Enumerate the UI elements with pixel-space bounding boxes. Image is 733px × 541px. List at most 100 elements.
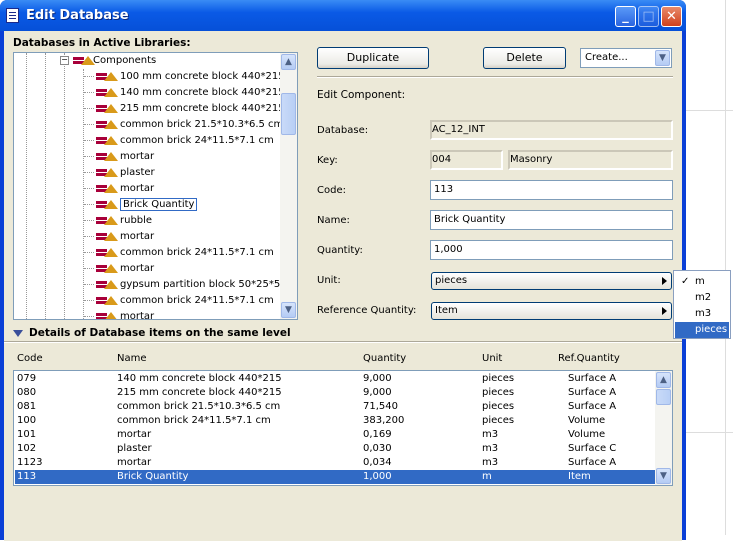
code-input[interactable]: 113 <box>430 180 673 200</box>
scroll-up-icon[interactable]: ▲ <box>281 54 296 70</box>
table-row[interactable]: 080 215 mm concrete block 440*215 9,000 pie… <box>15 386 655 400</box>
create-select[interactable]: Create... ▼ <box>580 48 672 68</box>
brick-material-icon <box>96 279 118 289</box>
tree-item-label: 215 mm concrete block 440*215 <box>120 103 285 114</box>
edit-component-heading: Edit Component: <box>317 89 406 101</box>
tree-item[interactable]: common brick 21.5*10.3*6.5 cm <box>84 117 283 133</box>
tree-item[interactable]: mortar <box>84 309 154 319</box>
table-cell: Surface A <box>568 387 617 398</box>
table-cell: m3 <box>482 443 499 454</box>
table-cell: Volume <box>568 415 606 426</box>
tree-item-label: mortar <box>120 231 155 242</box>
database-tree[interactable]: − Components 100 mm concrete block 440*21… <box>13 52 298 320</box>
column-header[interactable]: Unit <box>482 353 502 364</box>
unit-label: Unit: <box>317 275 341 286</box>
table-cell: 383,200 <box>363 415 405 426</box>
table-cell: 71,540 <box>363 401 398 412</box>
table-cell: 102 <box>17 443 37 454</box>
column-header[interactable]: Quantity <box>363 353 406 364</box>
database-label: Database: <box>317 125 369 136</box>
tree-item[interactable]: Brick Quantity <box>84 197 198 213</box>
brick-material-icon <box>96 199 118 209</box>
chevron-down-icon[interactable]: ▼ <box>655 50 670 66</box>
tree-scrollbar[interactable]: ▲ ▼ <box>280 53 297 319</box>
maximize-button[interactable]: □ <box>638 6 659 27</box>
tree-item[interactable]: common brick 24*11.5*7.1 cm <box>84 245 274 261</box>
table-cell: 079 <box>17 373 37 384</box>
brick-material-icon <box>96 135 118 145</box>
tree-item[interactable]: plaster <box>84 165 155 181</box>
column-header[interactable]: Code <box>17 353 43 364</box>
brick-material-icon <box>96 263 118 273</box>
unit-dropdown-menu[interactable]: ✓ m m2 m3 pieces <box>673 270 731 339</box>
scroll-up-icon[interactable]: ▲ <box>656 372 671 388</box>
tree-item-label: mortar <box>120 263 155 274</box>
tree-item[interactable]: mortar <box>84 149 154 165</box>
table-row[interactable]: 101 mortar 0,169 m3 Volume <box>15 428 655 442</box>
tree-folder-label: Components <box>93 55 157 66</box>
title-bar[interactable]: Edit Database _ □ ✕ <box>0 0 686 31</box>
table-cell: pieces <box>482 415 515 426</box>
scroll-thumb[interactable] <box>281 93 296 135</box>
table-cell: 140 mm concrete block 440*215 <box>117 373 282 384</box>
tree-item[interactable]: common brick 24*11.5*7.1 cm <box>84 293 274 309</box>
unit-option-m[interactable]: ✓ m <box>675 274 729 290</box>
name-input[interactable]: Brick Quantity <box>430 210 673 230</box>
tree-item[interactable]: mortar <box>84 261 154 277</box>
tree-item[interactable]: gypsum partition block 50*25*5 <box>84 277 280 293</box>
table-row[interactable]: 113 Brick Quantity 1,000 m Item <box>15 470 655 484</box>
scroll-thumb[interactable] <box>656 389 671 405</box>
scroll-down-icon[interactable]: ▼ <box>281 302 296 318</box>
table-row[interactable]: 079 140 mm concrete block 440*215 9,000 pie… <box>15 372 655 386</box>
table-cell: Surface C <box>568 443 617 454</box>
tree-item-label: plaster <box>120 167 155 178</box>
minimize-button[interactable]: _ <box>615 6 636 27</box>
duplicate-button[interactable]: Duplicate <box>317 47 429 69</box>
quantity-input[interactable]: 1,000 <box>430 240 673 260</box>
tree-item[interactable]: common brick 24*11.5*7.1 cm <box>84 133 274 149</box>
table-cell: 080 <box>17 387 37 398</box>
unit-option-label: m3 <box>695 308 712 319</box>
table-cell: Item <box>568 471 591 482</box>
table-row[interactable]: 081 common brick 21.5*10.3*6.5 cm 71,540 pi… <box>15 400 655 414</box>
table-cell: mortar <box>117 457 152 468</box>
tree-item[interactable]: 100 mm concrete block 440*215 <box>84 69 285 85</box>
table-cell: 0,034 <box>363 457 392 468</box>
close-button[interactable]: ✕ <box>661 6 682 27</box>
checkmark-icon: ✓ <box>681 276 690 287</box>
arrow-right-icon <box>662 307 667 315</box>
collapse-icon[interactable]: − <box>60 55 69 65</box>
tree-item-label: common brick 21.5*10.3*6.5 cm <box>120 119 284 130</box>
table-cell: 081 <box>17 401 37 412</box>
tree-item[interactable]: 140 mm concrete block 440*215 <box>84 85 285 101</box>
column-header[interactable]: Ref.Quantity <box>558 353 620 364</box>
tree-item[interactable]: mortar <box>84 229 154 245</box>
table-cell: pieces <box>482 373 515 384</box>
key-code-field: 004 <box>430 150 503 170</box>
column-header[interactable]: Name <box>117 353 147 364</box>
unit-option-m2[interactable]: m2 <box>675 290 729 306</box>
table-row[interactable]: 1123 mortar 0,034 m3 Surface A <box>15 456 655 470</box>
database-field: AC_12_INT <box>430 120 673 140</box>
details-list[interactable]: 079 140 mm concrete block 440*215 9,000 pie… <box>13 370 673 486</box>
unit-option-m3[interactable]: m3 <box>675 306 729 322</box>
table-row[interactable]: 100 common brick 24*11.5*7.1 cm 383,200 pie… <box>15 414 655 428</box>
tree-folder-components[interactable]: − Components <box>60 53 156 69</box>
reference-quantity-popup-button[interactable]: Item <box>431 302 672 320</box>
tree-item[interactable]: mortar <box>84 181 154 197</box>
table-row[interactable]: 102 plaster 0,030 m3 Surface C <box>15 442 655 456</box>
table-cell: Surface A <box>568 401 617 412</box>
tree-item[interactable]: rubble <box>84 213 152 229</box>
delete-button[interactable]: Delete <box>483 47 566 69</box>
details-toggle[interactable]: Details of Database items on the same le… <box>13 327 291 339</box>
unit-option-label: pieces <box>695 324 728 335</box>
unit-option-pieces[interactable]: pieces <box>675 322 729 338</box>
table-cell: m <box>482 471 492 482</box>
tree-item[interactable]: 215 mm concrete block 440*215 <box>84 101 285 117</box>
table-cell: 100 <box>17 415 37 426</box>
details-scrollbar[interactable]: ▲ ▼ <box>655 371 672 485</box>
table-cell: common brick 21.5*10.3*6.5 cm <box>117 401 281 412</box>
unit-popup-button[interactable]: pieces <box>431 272 672 290</box>
scroll-down-icon[interactable]: ▼ <box>656 468 671 484</box>
table-cell: 0,030 <box>363 443 392 454</box>
